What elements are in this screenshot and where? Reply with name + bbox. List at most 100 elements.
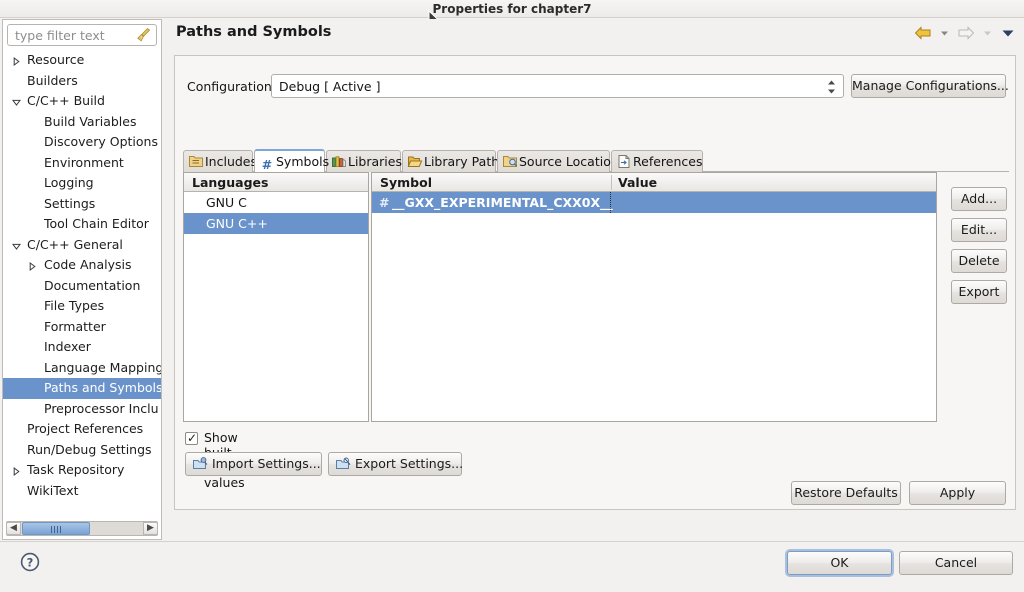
column-divider[interactable] — [611, 175, 612, 190]
tab-library-paths[interactable]: Library Paths — [402, 150, 506, 172]
sidebar-item-paths-and-symbols[interactable]: Paths and Symbols — [3, 378, 161, 399]
symbol-header-label[interactable]: Symbol — [380, 173, 432, 192]
sidebar-item-wikitext[interactable]: WikiText — [3, 481, 161, 502]
tab-libraries[interactable]: Libraries — [326, 150, 402, 172]
apply-button[interactable]: Apply — [909, 481, 1006, 505]
sidebar-item-discovery-options[interactable]: Discovery Options — [3, 132, 161, 153]
symbol-row[interactable]: # __GXX_EXPERIMENTAL_CXX0X__ — [372, 192, 936, 213]
folder-source-icon — [502, 154, 518, 169]
add-button[interactable]: Add... — [951, 187, 1007, 211]
language-row[interactable]: GNU C — [184, 192, 368, 213]
restore-defaults-button[interactable]: Restore Defaults — [791, 481, 901, 505]
sidebar-item-label: Task Repository — [27, 462, 125, 477]
chevron-collapsed-icon[interactable] — [9, 50, 23, 71]
settings-sidebar: type filter text Resource Builders C/C++ B… — [2, 19, 162, 540]
tab-symbols[interactable]: # Symbols — [254, 149, 329, 172]
sidebar-item-label: Settings — [44, 195, 96, 211]
export-settings-button[interactable]: Export Settings... — [328, 452, 463, 476]
sidebar-item-file-types[interactable]: File Types — [3, 296, 161, 317]
settings-group: Configuration: Debug [ Active ] Manage C… — [174, 55, 1016, 510]
cancel-button[interactable]: Cancel — [899, 551, 1013, 575]
language-row[interactable]: GNU C++ — [184, 213, 368, 234]
language-label: GNU C — [206, 195, 247, 210]
footer-divider — [0, 541, 1024, 542]
sidebar-item-label: Code Analysis — [44, 257, 132, 272]
sidebar-item-language-mapping[interactable]: Language Mapping — [3, 358, 161, 379]
manage-configurations-button[interactable]: Manage Configurations... — [851, 74, 1009, 98]
languages-list[interactable]: Languages GNU C GNU C++ — [183, 172, 369, 422]
sidebar-item-label: Language Mapping — [44, 359, 161, 375]
sidebar-item-tool-chain-editor[interactable]: Tool Chain Editor — [3, 214, 161, 235]
tab-includes[interactable]: Includes — [183, 150, 257, 172]
page-title: Paths and Symbols — [176, 24, 332, 40]
sidebar-item-label: Formatter — [44, 318, 106, 334]
sidebar-item-settings[interactable]: Settings — [3, 194, 161, 215]
export-button[interactable]: Export — [951, 280, 1007, 304]
combo-spinner-icon[interactable] — [826, 79, 837, 95]
sidebar-item-environment[interactable]: Environment — [3, 153, 161, 174]
import-settings-button[interactable]: Import Settings... — [185, 452, 322, 476]
scroll-left-icon[interactable]: ◀ — [6, 522, 21, 535]
tab-source-location[interactable]: Source Location — [497, 150, 619, 172]
sidebar-item-label: Documentation — [44, 277, 141, 293]
sidebar-item-label: C/C++ General — [27, 236, 123, 252]
sidebar-item-documentation[interactable]: Documentation — [3, 276, 161, 297]
broom-icon[interactable] — [136, 27, 152, 43]
scrollbar-grip-icon — [51, 526, 61, 533]
language-label: GNU C++ — [206, 216, 268, 231]
value-header-label[interactable]: Value — [618, 173, 657, 192]
sidebar-item-run-debug-settings[interactable]: Run/Debug Settings — [3, 440, 161, 461]
sidebar-item-label: C/C++ Build — [27, 93, 105, 108]
back-arrow-icon[interactable] — [914, 25, 932, 41]
view-menu-chevron-down-icon[interactable] — [1000, 25, 1016, 41]
sidebar-item-builders[interactable]: Builders — [3, 71, 161, 92]
sidebar-item-build-variables[interactable]: Build Variables — [3, 112, 161, 133]
edit-button[interactable]: Edit... — [951, 218, 1007, 242]
import-settings-icon — [193, 457, 208, 469]
symbol-name: __GXX_EXPERIMENTAL_CXX0X__ — [392, 195, 613, 210]
sidebar-horizontal-scrollbar[interactable]: ◀ ▶ — [6, 521, 158, 536]
tab-references[interactable]: References — [611, 150, 703, 172]
sidebar-item-formatter[interactable]: Formatter — [3, 317, 161, 338]
ok-button[interactable]: OK — [787, 551, 892, 575]
sidebar-item-c-c-general[interactable]: C/C++ General — [3, 235, 161, 256]
sidebar-item-resource[interactable]: Resource — [3, 50, 161, 71]
sidebar-item-c-c-build[interactable]: C/C++ Build — [3, 91, 161, 112]
chevron-expanded-icon[interactable] — [9, 235, 23, 256]
tab-label: Library Paths — [424, 154, 506, 169]
forward-history-chevron-down-icon — [984, 31, 992, 35]
forward-arrow-icon — [958, 25, 975, 40]
help-icon[interactable]: ? — [20, 552, 40, 572]
symbols-table[interactable]: Symbol Value # __GXX_EXPERIMENTAL_CXX0X__ — [371, 172, 937, 422]
settings-pane: Paths and Symbols Configuration: Debug [ — [166, 19, 1022, 540]
chevron-collapsed-icon[interactable] — [9, 460, 23, 481]
sidebar-item-code-analysis[interactable]: Code Analysis — [3, 255, 161, 276]
configuration-combo[interactable]: Debug [ Active ] — [271, 74, 844, 98]
languages-header-label: Languages — [192, 175, 269, 190]
sidebar-item-project-references[interactable]: Project References — [3, 419, 161, 440]
delete-button[interactable]: Delete — [951, 249, 1007, 273]
sidebar-item-logging[interactable]: Logging — [3, 173, 161, 194]
languages-column-header: Languages — [184, 173, 368, 192]
folder-open-icon — [407, 154, 423, 169]
chevron-expanded-icon[interactable] — [9, 91, 23, 112]
scrollbar-thumb[interactable] — [22, 522, 90, 535]
filter-field-wrapper: type filter text — [7, 24, 157, 46]
sidebar-item-task-repository[interactable]: Task Repository — [3, 460, 161, 481]
search-input-placeholder: type filter text — [15, 28, 105, 43]
export-settings-icon — [336, 457, 351, 469]
sidebar-item-indexer[interactable]: Indexer — [3, 337, 161, 358]
sidebar-item-label: Discovery Options — [44, 134, 158, 149]
search-input[interactable]: type filter text — [7, 24, 157, 46]
scroll-right-icon[interactable]: ▶ — [143, 522, 158, 535]
settings-tree[interactable]: Resource Builders C/C++ Build Build Variabl… — [3, 50, 161, 518]
sidebar-item-preprocessor-inclu[interactable]: Preprocessor Inclu — [3, 399, 161, 420]
show-builtin-values-checkbox[interactable]: ✓ — [185, 432, 198, 445]
chevron-collapsed-icon[interactable] — [25, 255, 39, 276]
back-history-chevron-down-icon[interactable] — [939, 25, 950, 41]
